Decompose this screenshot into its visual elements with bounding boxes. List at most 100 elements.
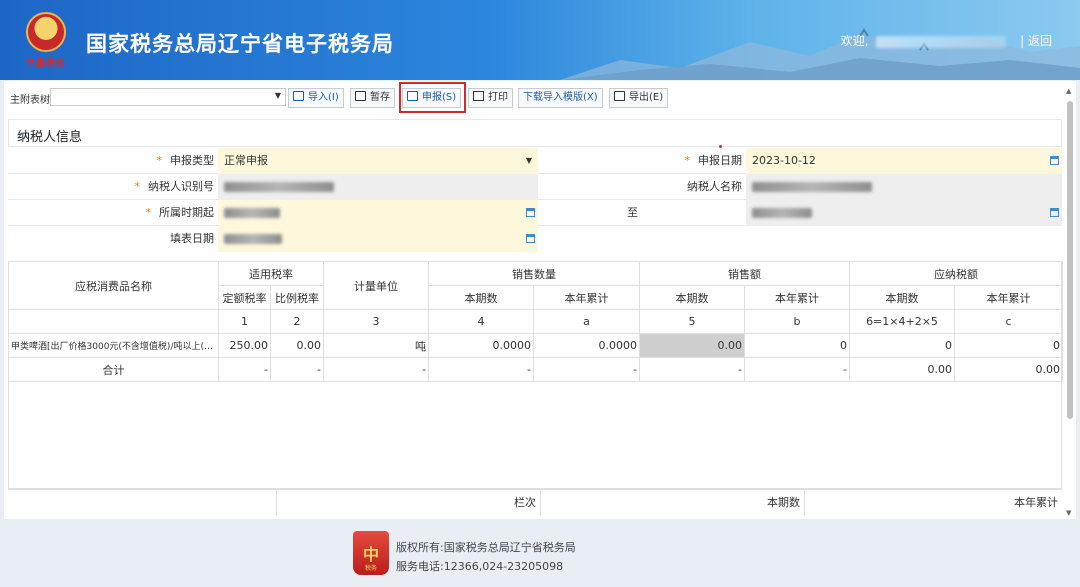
- subheader-amt-ytd: 本年累计: [744, 285, 850, 310]
- tax-emblem-logo: 中国税务: [20, 10, 72, 72]
- index-cell: 3: [323, 309, 429, 334]
- print-label: 打印: [488, 92, 508, 103]
- subheader-amt-current: 本期数: [639, 285, 745, 310]
- great-wall-illustration: [560, 28, 1080, 80]
- taxpayer-id-label: * 纳税人识别号: [134, 180, 215, 193]
- emblem-text: 中国税务: [25, 59, 66, 69]
- sub-header-current: 本期数: [540, 490, 804, 516]
- export-icon: [614, 91, 625, 101]
- table-total-row: 合计 - - - - - - - 0.00 0.00: [8, 357, 1063, 382]
- import-label: 导入(I): [308, 92, 339, 103]
- download-template-label: 下载导入模版(X): [523, 92, 598, 103]
- badge-subtext: 税务: [364, 565, 377, 572]
- index-cell: 1: [218, 309, 271, 334]
- declare-date-field[interactable]: 2023-10-12: [746, 148, 1062, 174]
- index-cell: a: [533, 309, 640, 334]
- badge-char: 中: [362, 545, 379, 564]
- index-cell: 4: [428, 309, 534, 334]
- import-icon: [293, 91, 304, 101]
- total-dash: -: [639, 357, 745, 382]
- qty-ytd-cell[interactable]: 0.0000: [533, 333, 640, 358]
- qty-current-cell[interactable]: 0.0000: [428, 333, 534, 358]
- sub-table-header: 栏次 本期数 本年累计: [8, 489, 1062, 519]
- total-dash: -: [428, 357, 534, 382]
- index-cell: 5: [639, 309, 745, 334]
- service-phone-text: 服务电话:12366,024-23205098: [396, 560, 564, 573]
- amt-ytd-cell[interactable]: 0: [744, 333, 850, 358]
- company-name-redacted: [876, 35, 1007, 48]
- tree-select[interactable]: ▼: [50, 88, 286, 106]
- declaration-panel: 主附表树: ▼ 导入(I) 暂存 申报(S) 打印 下载导入模版(X) 导出(E…: [4, 81, 1076, 519]
- table-row: 甲类啤酒[出厂价格3000元(不含增值税)/吨以上(含... 250.00 0.…: [8, 333, 1063, 358]
- export-button[interactable]: 导出(E): [609, 88, 669, 108]
- tax-ytd-cell: 0: [954, 333, 1063, 358]
- subheader-fixed-rate: 定额税率: [218, 285, 271, 310]
- declare-type-label: * 申报类型: [156, 154, 215, 167]
- index-cell: [8, 309, 219, 334]
- period-start-field[interactable]: [218, 200, 538, 226]
- total-tax-current: 0.00: [849, 357, 955, 382]
- declare-type-select[interactable]: 正常申报 ▼: [218, 148, 538, 174]
- calendar-icon[interactable]: [1050, 156, 1059, 165]
- ratio-rate-cell: 0.00: [270, 333, 324, 358]
- fill-date-label: 填表日期: [170, 232, 214, 245]
- header-sales-amt: 销售额: [639, 261, 850, 286]
- table-index-row: 1 2 3 4 a 5 b 6=1×4+2×5 c: [8, 309, 1063, 334]
- declare-button-highlight: [399, 82, 466, 113]
- table-header-row: 应税消费品名称 适用税率 计量单位 销售数量 销售额 应纳税额: [8, 261, 1063, 310]
- save-label: 暂存: [370, 92, 390, 103]
- period-start-label: * 所属时期起: [145, 206, 215, 219]
- header-tax: 应纳税额: [849, 261, 1063, 286]
- period-end-field[interactable]: [746, 200, 1062, 226]
- chevron-down-icon[interactable]: ⌄: [17, 127, 1057, 138]
- subheader-qty-ytd: 本年累计: [533, 285, 640, 310]
- scrollbar-thumb[interactable]: [1067, 101, 1073, 419]
- declare-date-label: * 申报日期: [684, 154, 743, 167]
- taxpayer-id-redacted: [224, 182, 334, 192]
- unit-cell: 吨: [323, 333, 429, 358]
- sub-header-blank: [8, 490, 276, 516]
- taxpayer-name-redacted: [752, 182, 872, 192]
- declare-type-value: 正常申报: [224, 154, 268, 167]
- download-template-button[interactable]: 下载导入模版(X): [518, 88, 603, 108]
- form-row: * 申报类型 正常申报 ▼ * 申报日期 2023-10-12: [8, 148, 1062, 174]
- sub-header-ytd: 本年累计: [804, 490, 1062, 516]
- declare-date-value: 2023-10-12: [752, 154, 816, 167]
- dropdown-arrow-icon: ▼: [525, 156, 532, 165]
- calendar-icon[interactable]: [526, 208, 535, 217]
- calendar-icon[interactable]: [1050, 208, 1059, 217]
- fill-date-redacted: [224, 234, 282, 244]
- fixed-rate-cell: 250.00: [218, 333, 271, 358]
- total-dash: -: [533, 357, 640, 382]
- calendar-icon[interactable]: [526, 234, 535, 243]
- copyright-text: 版权所有:国家税务总局辽宁省税务局: [396, 541, 576, 554]
- taxpayer-info-form: * 申报类型 正常申报 ▼ * 申报日期 2023-10-12 * 纳税人识别号 纳税…: [8, 148, 1062, 252]
- total-dash: -: [270, 357, 324, 382]
- scroll-up-icon[interactable]: ▲: [1066, 87, 1071, 95]
- period-start-redacted: [224, 208, 280, 218]
- fill-date-field[interactable]: [218, 226, 538, 252]
- taxpayer-name-field: [746, 174, 1062, 200]
- header-product-name: 应税消费品名称: [8, 261, 219, 310]
- amt-current-cell: 0.00: [639, 333, 745, 358]
- consumption-tax-table: 应税消费品名称 适用税率 计量单位 销售数量 销售额 应纳税额 定额税率 比例税…: [8, 261, 1063, 382]
- form-row: * 纳税人识别号 纳税人名称: [8, 174, 1062, 200]
- product-name-cell[interactable]: 甲类啤酒[出厂价格3000元(不含增值税)/吨以上(含...: [8, 333, 219, 358]
- sub-header-row-no: 栏次: [276, 490, 540, 516]
- scroll-down-icon[interactable]: ▼: [1066, 509, 1071, 517]
- vertical-scrollbar[interactable]: ▲ ▼: [1066, 87, 1074, 517]
- taxpayer-id-field: [218, 174, 538, 200]
- index-cell: c: [954, 309, 1063, 334]
- site-footer: 中 税务 版权所有:国家税务总局辽宁省税务局 服务电话:12366,024-23…: [0, 519, 1080, 587]
- taxpayer-name-label: 纳税人名称: [687, 180, 742, 193]
- tax-current-cell: 0: [849, 333, 955, 358]
- import-button[interactable]: 导入(I): [288, 88, 344, 108]
- tax-badge-logo: 中 税务: [353, 531, 389, 575]
- header-sales-qty: 销售数量: [428, 261, 640, 286]
- save-draft-button[interactable]: 暂存: [350, 88, 395, 108]
- total-dash: -: [744, 357, 850, 382]
- export-label: 导出(E): [629, 92, 664, 103]
- taxpayer-section-header[interactable]: 纳税人信息 ⌄: [8, 119, 1062, 147]
- print-button[interactable]: 打印: [468, 88, 513, 108]
- return-link[interactable]: | 返回: [1020, 34, 1052, 48]
